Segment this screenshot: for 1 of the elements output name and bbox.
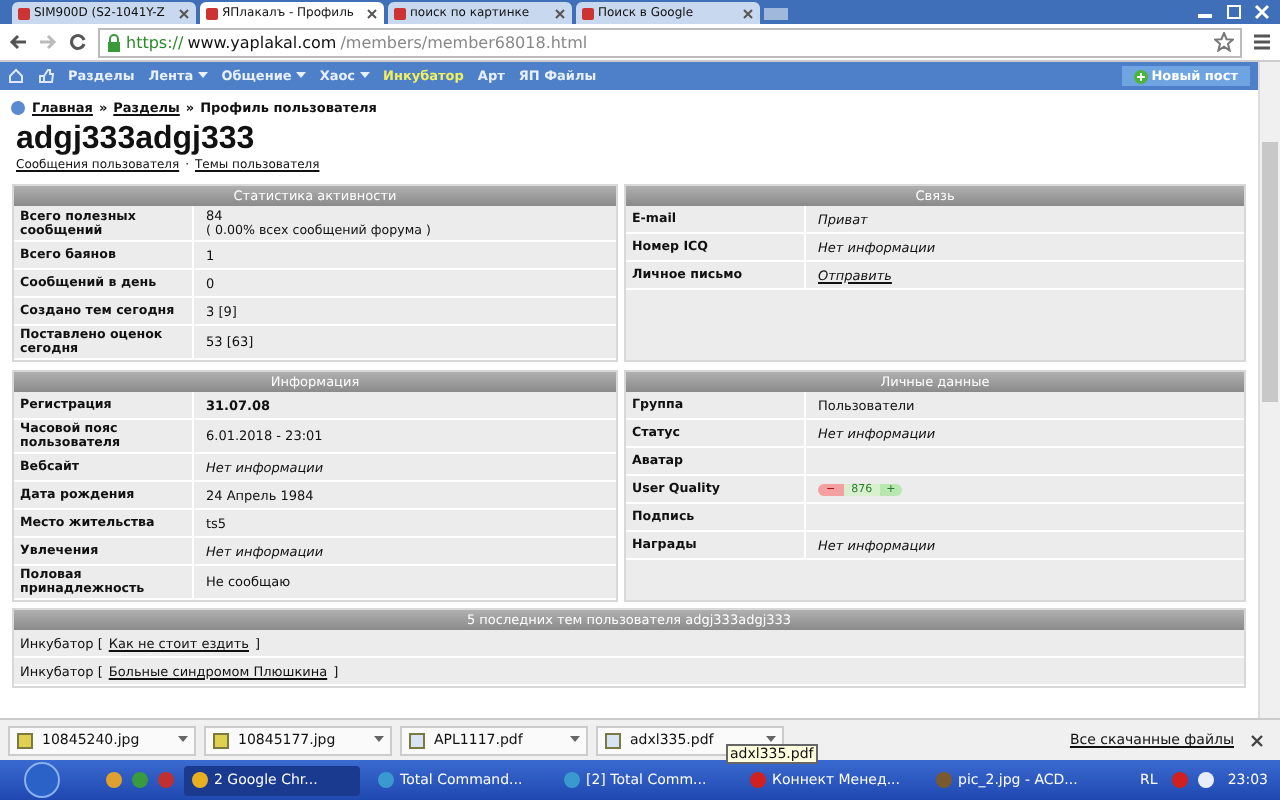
profile-username: adgj333adgj333 [16,122,257,158]
